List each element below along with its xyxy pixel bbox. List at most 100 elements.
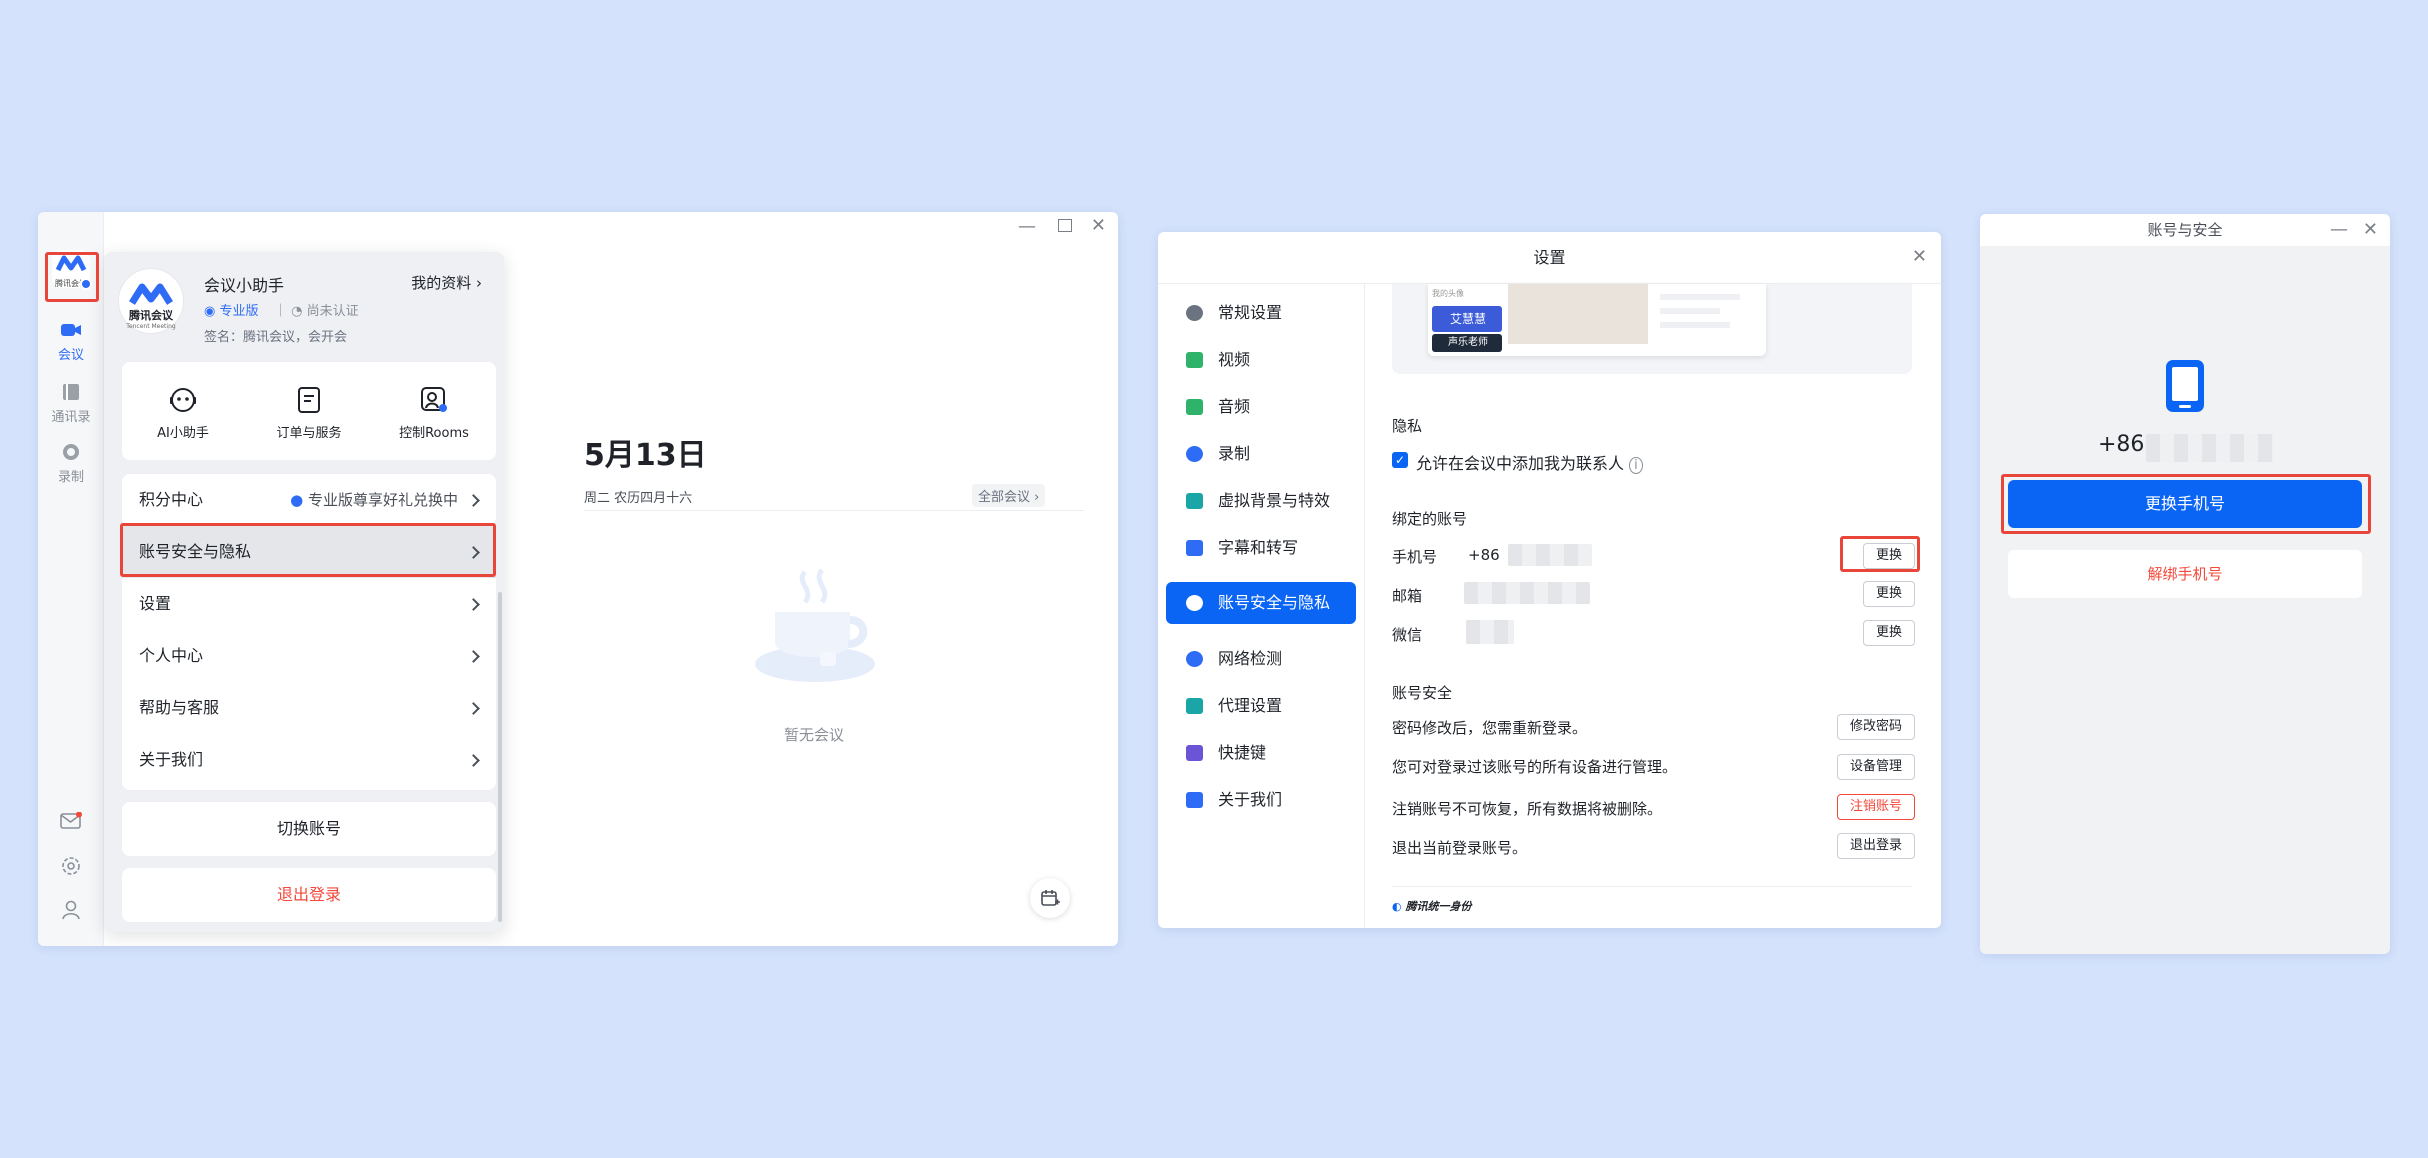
avatar-preview: 我的头像 艾慧慧 声乐老师: [1392, 284, 1912, 374]
delete-account-button[interactable]: 注销账号: [1836, 794, 1915, 820]
identity-logo-icon: ◐: [1392, 900, 1402, 913]
rail-meeting-label: 会议: [57, 348, 84, 363]
logout-button[interactable]: 退出登录: [1836, 833, 1915, 859]
profile-popup: 腾讯会议 Tencent Meeting 会议小助手 我的资料 › ◉ 专业版 …: [104, 252, 504, 932]
chevron-right-icon: [467, 598, 480, 611]
privacy-title: 隐私: [1392, 417, 1423, 435]
info-icon[interactable]: i: [1629, 457, 1643, 474]
mail-icon[interactable]: [60, 812, 82, 830]
verify-badge[interactable]: ｜ ◔ 尚未认证: [274, 300, 359, 319]
nav-general[interactable]: 常规设置: [1166, 292, 1356, 334]
security-row-logout: 退出当前登录账号。: [1392, 839, 1528, 857]
nav-record[interactable]: 录制: [1166, 433, 1356, 475]
menu-help[interactable]: 帮助与客服: [122, 682, 496, 734]
logout-button[interactable]: 退出登录: [122, 868, 496, 922]
nav-virtual-background[interactable]: 虚拟背景与特效: [1166, 480, 1356, 522]
phone-number-masked: [1508, 544, 1592, 566]
change-wechat-button[interactable]: 更换: [1862, 620, 1915, 646]
menu-account-security[interactable]: 账号安全与隐私: [122, 526, 496, 578]
profile-avatar[interactable]: 腾讯会议 Tencent Meeting: [118, 268, 184, 334]
minimize-icon[interactable]: —: [1018, 218, 1036, 236]
nav-captions[interactable]: 字幕和转写: [1166, 527, 1356, 569]
nav-shortcuts-label: 快捷键: [1218, 743, 1267, 762]
email-masked: [1464, 582, 1590, 604]
wechat-masked: [1466, 620, 1514, 644]
gear-icon[interactable]: [60, 855, 82, 877]
menu-personal-center[interactable]: 个人中心: [122, 630, 496, 682]
rail-record[interactable]: 录制: [38, 442, 104, 485]
nav-network[interactable]: 网络检测: [1166, 638, 1356, 680]
chevron-right-icon: [467, 546, 480, 559]
menu-about[interactable]: 关于我们: [122, 734, 496, 786]
unbind-phone-button[interactable]: 解绑手机号: [2008, 550, 2362, 598]
nav-shortcuts[interactable]: 快捷键: [1166, 732, 1356, 774]
change-email-button[interactable]: 更换: [1862, 581, 1915, 607]
account-security-window: 账号与安全 — ✕ +86 更换手机号 解绑手机号: [1980, 214, 2390, 954]
chevron-right-icon: [467, 754, 480, 767]
points-center-label: 积分中心: [139, 490, 204, 509]
all-meetings-label: 全部会议: [978, 490, 1031, 505]
profile-signature: 签名：腾讯会议，会开会: [204, 330, 348, 345]
account-icon: [1186, 595, 1203, 611]
switch-account-button[interactable]: 切换账号: [122, 802, 496, 856]
change-phone-button[interactable]: 更换: [1862, 543, 1915, 569]
schedule-meeting-button[interactable]: [1030, 878, 1070, 918]
change-password-button[interactable]: 修改密码: [1836, 714, 1915, 740]
all-meetings-button[interactable]: 全部会议 ›: [972, 484, 1046, 507]
avatar[interactable]: 腾讯会议: [52, 250, 92, 290]
nav-video[interactable]: 视频: [1166, 339, 1356, 381]
close-icon[interactable]: ✕: [2363, 221, 2378, 239]
ai-assistant-shortcut[interactable]: AI小助手: [148, 386, 218, 441]
my-profile-link[interactable]: 我的资料 ›: [411, 272, 482, 293]
preview-line: [1660, 308, 1720, 314]
tencent-meeting-logo-icon: [129, 283, 173, 305]
change-phone-button[interactable]: 更换手机号: [2008, 480, 2362, 528]
empty-meetings-text: 暂无会议: [784, 726, 845, 744]
menu-help-label: 帮助与客服: [139, 698, 220, 717]
nav-general-label: 常规设置: [1218, 303, 1283, 322]
divider: [1392, 886, 1912, 887]
nav-about-label: 关于我们: [1218, 790, 1283, 809]
add-contact-checkbox[interactable]: ✓: [1392, 452, 1408, 468]
nav-account-security[interactable]: 账号安全与隐私: [1166, 582, 1356, 624]
empty-cup-illustration-icon: [755, 568, 875, 682]
logo-en: Tencent Meeting: [126, 323, 176, 330]
tencent-meeting-logo-icon: [55, 255, 87, 272]
nav-video-label: 视频: [1218, 350, 1251, 369]
unified-identity-footer: ◐ 腾讯统一身份: [1392, 898, 1471, 914]
menu-personal-center-label: 个人中心: [139, 646, 204, 665]
close-icon[interactable]: ✕: [1091, 217, 1106, 235]
caption-icon: [1186, 540, 1203, 556]
video-icon: [61, 324, 81, 336]
keyboard-icon: [1186, 745, 1203, 761]
close-icon[interactable]: ✕: [1912, 248, 1927, 266]
meeting-main-window: — ✕ 腾讯会议 会议 通讯录 录制 腾讯会议 Tencent Meeting: [38, 212, 1118, 946]
nav-divider: [1364, 284, 1365, 928]
rooms-shortcut[interactable]: 控制Rooms: [392, 386, 476, 441]
phone-prefix: +86: [1468, 546, 1500, 564]
add-contact-text: 允许在会议中添加我为联系人: [1416, 454, 1625, 473]
rail-contacts[interactable]: 通讯录: [38, 382, 104, 425]
nav-proxy[interactable]: 代理设置: [1166, 685, 1356, 727]
user-icon[interactable]: [60, 899, 82, 921]
globe-icon: [1186, 651, 1203, 667]
minimize-icon[interactable]: —: [2330, 221, 2348, 239]
rail-meeting[interactable]: 会议: [38, 320, 104, 363]
points-center-row[interactable]: 积分中心 ● 专业版尊享好礼兑换中: [122, 474, 496, 526]
maximize-icon[interactable]: [1058, 219, 1072, 232]
settings-menu: 账号安全与隐私 设置 个人中心 帮助与客服 关于我们: [122, 526, 496, 790]
popup-scrollbar[interactable]: [498, 592, 502, 922]
profile-name: 会议小助手: [204, 276, 285, 295]
security-row-devices: 您可对登录过该账号的所有设备进行管理。: [1392, 758, 1678, 776]
nav-about[interactable]: 关于我们: [1166, 779, 1356, 821]
menu-settings[interactable]: 设置: [122, 578, 496, 630]
order-icon: [298, 387, 320, 413]
menu-account-security-label: 账号安全与隐私: [139, 542, 252, 561]
preview-tag: 我的头像: [1432, 289, 1464, 298]
nav-audio[interactable]: 音频: [1166, 386, 1356, 428]
nav-network-label: 网络检测: [1218, 649, 1283, 668]
orders-shortcut[interactable]: 订单与服务: [267, 386, 351, 441]
side-rail: 腾讯会议 会议 通讯录 录制: [38, 212, 104, 946]
device-management-button[interactable]: 设备管理: [1836, 754, 1915, 780]
pro-badge-icon: [80, 278, 92, 290]
